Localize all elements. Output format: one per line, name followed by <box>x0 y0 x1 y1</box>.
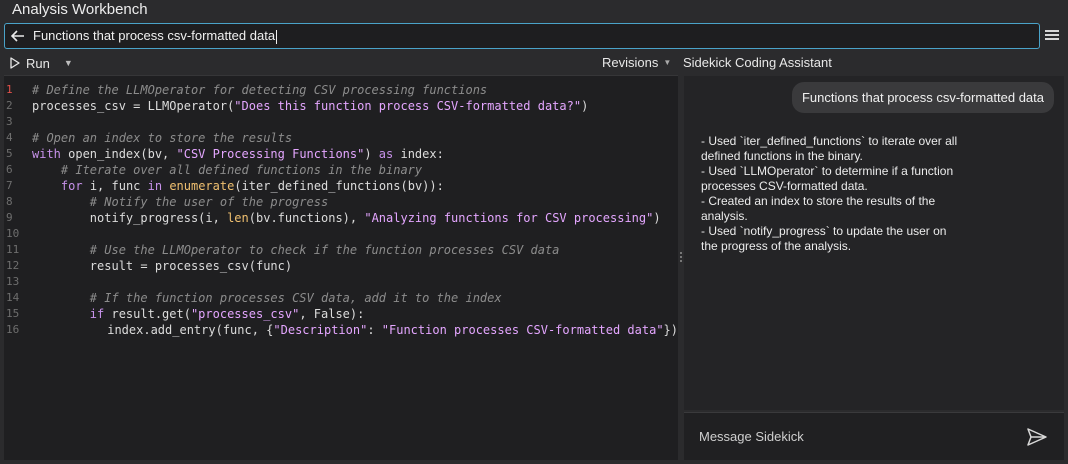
query-text: Functions that process csv-formatted dat… <box>33 28 276 44</box>
assistant-panel-title: Sidekick Coding Assistant <box>683 55 832 70</box>
response-line: defined functions in the binary. <box>701 149 863 163</box>
line-number: 4 <box>6 131 13 144</box>
response-line: - Created an index to store the results … <box>701 194 936 208</box>
code-line: 16 index.add_entry(func, {"Description":… <box>4 322 678 338</box>
play-icon <box>10 57 20 69</box>
line-number: 13 <box>6 275 20 288</box>
code-line: 6 # Iterate over all defined functions i… <box>4 162 678 178</box>
code-text: # Notify the user of the progress <box>32 195 329 209</box>
back-arrow-icon[interactable] <box>5 30 31 42</box>
code-line: 11 # Use the LLMOperator to check if the… <box>4 242 678 258</box>
message-input[interactable] <box>684 429 1022 444</box>
code-text: for i, func in enumerate(iter_defined_fu… <box>60 179 444 193</box>
response-line: processes CSV-formatted data. <box>701 179 868 193</box>
line-number: 14 <box>6 291 20 304</box>
code-line: 8 # Notify the user of the progress <box>4 194 678 210</box>
code-editor[interactable]: 1 # Define the LLMOperator for detecting … <box>4 75 678 460</box>
chat-panel: Functions that process csv-formatted dat… <box>684 76 1064 410</box>
text-caret <box>276 29 278 44</box>
line-number: 16 <box>6 323 20 336</box>
line-number: 11 <box>6 243 20 256</box>
code-text: index.add_entry(func, {"Description": "F… <box>20 323 678 337</box>
code-text: # If the function processes CSV data, ad… <box>32 291 502 305</box>
query-bar[interactable]: Functions that process csv-formatted dat… <box>4 23 1040 49</box>
panel-splitter-handle[interactable] <box>680 252 683 266</box>
code-line: 1 # Define the LLMOperator for detecting … <box>4 82 678 98</box>
code-text: # Define the LLMOperator for detecting C… <box>32 83 488 97</box>
line-number: 10 <box>6 227 20 240</box>
chevron-down-icon: ▼ <box>663 58 672 67</box>
hamburger-menu-icon[interactable] <box>1044 28 1060 44</box>
message-composer <box>684 412 1064 460</box>
response-line: - Used `notify_progress` to update the u… <box>701 224 947 238</box>
code-line: 2 processes_csv = LLMOperator("Does this … <box>4 98 678 114</box>
code-text: processes_csv = LLMOperator("Does this f… <box>32 99 589 113</box>
line-number: 5 <box>6 147 13 160</box>
code-line: 10 <box>4 226 678 242</box>
response-line: analysis. <box>701 209 748 223</box>
editor-toolbar: Run ▼ Revisions ▼ <box>0 52 680 74</box>
run-label: Run <box>26 55 50 71</box>
revisions-label: Revisions <box>602 55 659 70</box>
response-line: - Used `LLMOperator` to determine if a f… <box>701 164 954 178</box>
line-number: 1 <box>6 83 13 96</box>
line-number: 9 <box>6 211 13 224</box>
query-input[interactable]: Functions that process csv-formatted dat… <box>31 28 1039 44</box>
code-line: 13 <box>4 274 678 290</box>
line-number: 3 <box>6 115 13 128</box>
response-line: - Used `iter_defined_functions` to itera… <box>701 134 958 148</box>
line-number: 6 <box>6 163 13 176</box>
send-icon[interactable] <box>1022 427 1052 447</box>
code-text: with open_index(bv, "CSV Processing Func… <box>32 147 444 161</box>
revisions-dropdown[interactable]: Revisions ▼ <box>602 55 671 70</box>
code-text: result = processes_csv(func) <box>32 259 293 273</box>
run-button[interactable]: Run <box>9 56 50 71</box>
user-message-bubble: Functions that process csv-formatted dat… <box>791 82 1054 113</box>
run-options-chevron-icon[interactable]: ▼ <box>64 58 73 68</box>
code-line: 15 if result.get("processes_csv", False)… <box>4 306 678 322</box>
code-line: 3 <box>4 114 678 130</box>
code-line: 9 notify_progress(i, len(bv.functions), … <box>4 210 678 226</box>
code-text: # Iterate over all defined functions in … <box>32 163 423 177</box>
code-line: 14 # If the function processes CSV data,… <box>4 290 678 306</box>
app-title: Analysis Workbench <box>12 1 148 18</box>
code-text: notify_progress(i, len(bv.functions), "A… <box>32 211 661 225</box>
code-line: 4 # Open an index to store the results <box>4 130 678 146</box>
line-number: 15 <box>6 307 20 320</box>
line-number: 12 <box>6 259 20 272</box>
assistant-response: - Used `iter_defined_functions` to itera… <box>701 134 991 254</box>
code-line: 12 result = processes_csv(func) <box>4 258 678 274</box>
code-line: 5 with open_index(bv, "CSV Processing Fun… <box>4 146 678 162</box>
line-number: 7 <box>6 179 13 192</box>
code-text: # Open an index to store the results <box>32 131 293 145</box>
code-line: 7 for i, func in enumerate(iter_defined_… <box>4 178 678 194</box>
code-text: if result.get("processes_csv", False): <box>89 307 365 321</box>
code-text: # Use the LLMOperator to check if the fu… <box>32 243 560 257</box>
response-line: the progress of the analysis. <box>701 239 852 253</box>
line-number: 2 <box>6 99 13 112</box>
line-number: 8 <box>6 195 13 208</box>
